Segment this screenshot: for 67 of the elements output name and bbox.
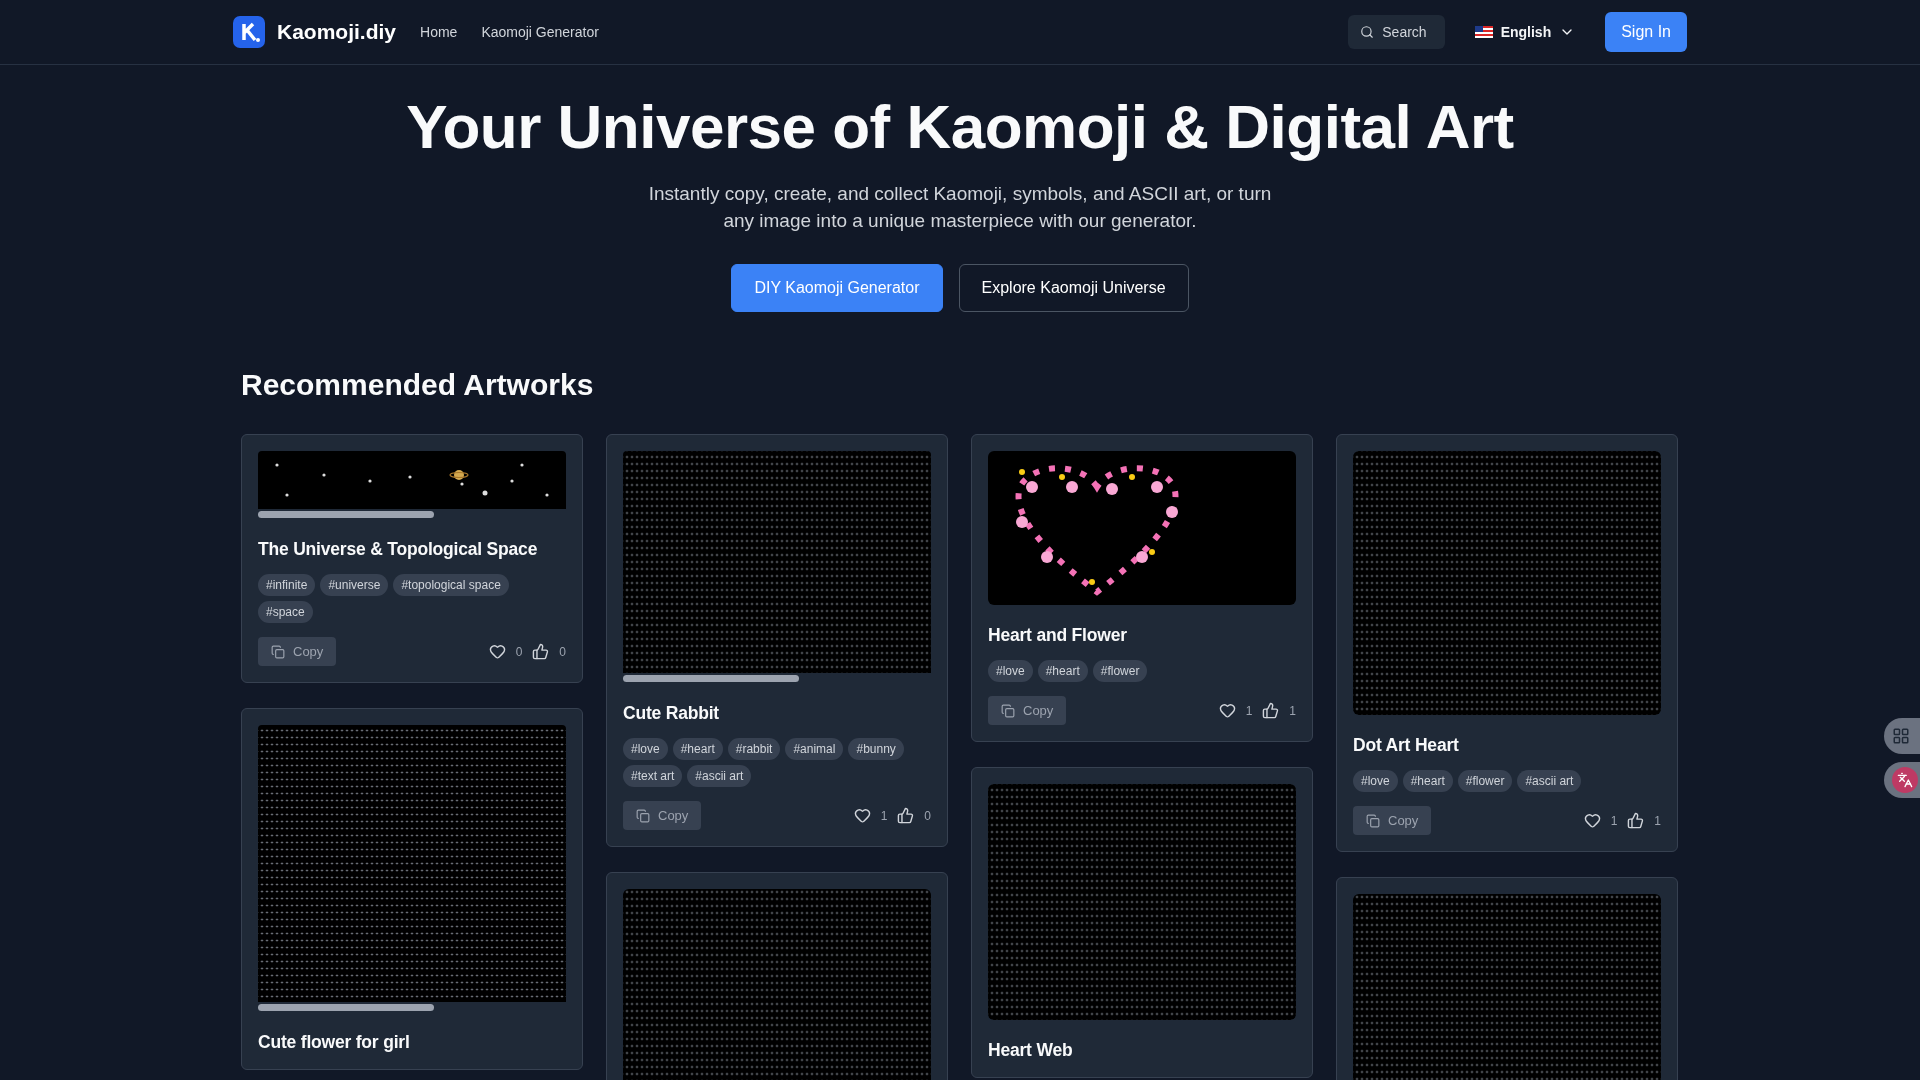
tag[interactable]: #text art xyxy=(623,765,683,787)
thumbs-up-count: 1 xyxy=(1289,703,1296,718)
tag[interactable]: #heart xyxy=(1037,660,1088,682)
like-count: 1 xyxy=(1610,813,1618,828)
heart-icon[interactable] xyxy=(1583,812,1601,829)
translate-icon xyxy=(1897,772,1913,788)
thumbs-up-icon[interactable] xyxy=(532,643,550,660)
scrollbar-thumb[interactable] xyxy=(623,675,799,682)
tag[interactable]: #rabbit xyxy=(727,738,781,760)
nav-link[interactable]: Home xyxy=(420,24,458,40)
thumbs-up-icon[interactable] xyxy=(1627,812,1645,829)
brand-name[interactable]: Kaomoji.diy xyxy=(277,20,397,44)
scrollbar-thumb[interactable] xyxy=(258,511,434,518)
artwork-title: Heart Web xyxy=(988,1040,1074,1061)
heart-icon[interactable] xyxy=(853,807,871,824)
copy-icon xyxy=(271,644,285,659)
copy-button[interactable]: Copy xyxy=(623,801,702,830)
tag[interactable]: #heart xyxy=(672,738,723,760)
like-count: 0 xyxy=(515,644,523,659)
heart-icon[interactable] xyxy=(1218,702,1236,719)
artwork-title: Dot Art Heart xyxy=(1353,735,1460,756)
tag[interactable]: #topological space xyxy=(393,574,509,596)
thumbs-up-icon[interactable] xyxy=(897,807,915,824)
heart-icon[interactable] xyxy=(488,643,506,660)
tag[interactable]: #bunny xyxy=(848,738,904,760)
apps-icon xyxy=(1892,727,1910,745)
artwork-title: Cute Rabbit xyxy=(623,703,720,724)
tag[interactable]: #flower xyxy=(1092,660,1148,682)
copy-icon xyxy=(1001,703,1015,718)
like-count: 1 xyxy=(880,808,888,823)
thumbs-up-icon[interactable] xyxy=(1262,702,1280,719)
hero-subtitle: Instantly copy, create, and collect Kaomoji, symbols, and ASCII art, or turn any image into a unique masterpiece with our generator. xyxy=(647,182,1273,233)
tag[interactable]: #animal xyxy=(785,738,844,760)
tag[interactable]: #love xyxy=(623,738,668,760)
artwork-title: Cute flower for girl xyxy=(258,1032,411,1053)
artwork-title: Heart and Flower xyxy=(988,625,1128,646)
explore-button[interactable]: Explore Kaomoji Universe xyxy=(958,264,1189,312)
logo-icon[interactable] xyxy=(233,16,265,48)
tag[interactable]: #universe xyxy=(320,574,389,596)
generator-button[interactable]: DIY Kaomoji Generator xyxy=(731,264,943,312)
tag[interactable]: #ascii art xyxy=(1517,770,1582,792)
flag-icon xyxy=(1474,26,1493,38)
thumbs-up-count: 1 xyxy=(1654,813,1661,828)
section-title: Recommended Artworks xyxy=(241,368,595,402)
hero-title: Your Universe of Kaomoji & Digital Art xyxy=(406,91,1514,162)
copy-button[interactable]: Copy xyxy=(258,637,337,666)
sign-in-button[interactable]: Sign In xyxy=(1605,12,1687,52)
copy-button[interactable]: Copy xyxy=(1353,806,1432,835)
tag[interactable]: #flower xyxy=(1457,770,1513,792)
like-count: 1 xyxy=(1245,703,1253,718)
thumbs-up-count: 0 xyxy=(924,808,931,823)
copy-icon xyxy=(636,808,650,823)
nav-link[interactable]: Kaomoji Generator xyxy=(481,24,599,40)
tag[interactable]: #infinite xyxy=(258,574,316,596)
language-selector[interactable]: English xyxy=(1468,23,1582,41)
tag[interactable]: #heart xyxy=(1402,770,1453,792)
tag[interactable]: #love xyxy=(1353,770,1398,792)
copy-button[interactable]: Copy xyxy=(988,696,1067,725)
tag[interactable]: #love xyxy=(988,660,1033,682)
tag[interactable]: #ascii art xyxy=(687,765,752,787)
copy-icon xyxy=(1366,813,1380,828)
artwork-title: The Universe & Topological Space xyxy=(258,539,539,560)
search-icon xyxy=(1360,25,1375,39)
thumbs-up-count: 0 xyxy=(559,644,566,659)
tag[interactable]: #space xyxy=(258,601,313,623)
scrollbar-thumb[interactable] xyxy=(258,1004,434,1011)
search-button[interactable]: Search xyxy=(1348,15,1445,49)
